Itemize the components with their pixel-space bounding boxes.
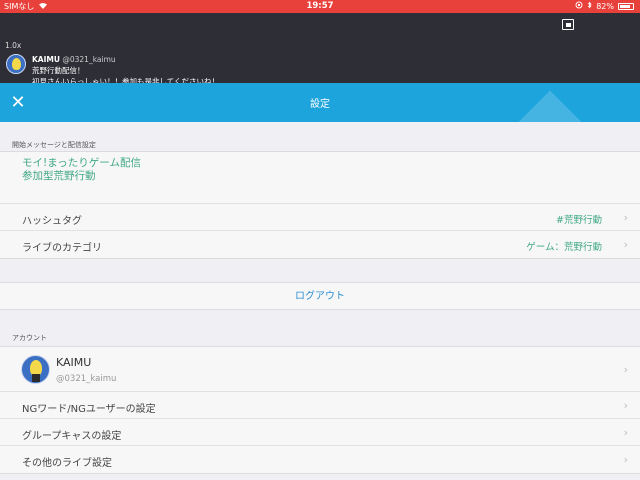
status-time: 19:57 [306,1,334,11]
battery-icon [618,2,634,10]
page-title: 設定 [310,99,330,110]
account-handle: @0321_kaimu [56,374,117,384]
start-message-text[interactable]: モイ!まったりゲーム配信 参加型荒野行動 [22,157,141,183]
status-bar: SIMなし 19:57 82% [0,0,640,13]
account-row[interactable]: KAIMU @0321_kaimu › [0,347,640,392]
stream-preview[interactable]: 1.0x KAIMU @0321_kaimu 荒野行動配信！ 初見さんいらっしゃ… [0,13,640,86]
account-name: KAIMU [56,356,92,369]
battery-percent: 82% [596,1,614,11]
ng-settings-label: NGワード/NGユーザーの設定 [22,404,156,415]
settings-navbar: ✕ 設定 [0,83,640,122]
chevron-right-icon: › [623,363,628,376]
lock-rotation-icon [575,1,583,11]
category-row[interactable]: ライブのカテゴリ ゲーム：荒野行動 › [0,231,640,258]
section-header-account: アカウント [12,334,47,342]
message-settings-group: モイ!まったりゲーム配信 参加型荒野行動 ハッシュタグ #荒野行動 › ライブの… [0,151,640,259]
category-label: ライブのカテゴリ [22,243,102,254]
group-cast-row[interactable]: グループキャスの設定 › [0,419,640,446]
chevron-right-icon: › [623,399,628,412]
hashtag-label: ハッシュタグ [22,216,82,227]
start-message[interactable]: モイ!まったりゲーム配信 参加型荒野行動 [0,152,640,204]
group-cast-label: グループキャスの設定 [22,431,122,442]
chevron-right-icon: › [623,453,628,466]
chevron-right-icon: › [623,238,628,251]
chevron-right-icon: › [623,426,628,439]
start-message-line-1: モイ!まったりゲーム配信 [22,157,141,169]
comment-line-1: 荒野行動配信！ [32,66,85,75]
other-live-settings-label: その他のライブ設定 [22,458,112,469]
logout-button[interactable]: ログアウト [0,282,640,310]
battery-fill [620,4,630,8]
chevron-right-icon: › [623,211,628,224]
bluetooth-icon [587,1,592,11]
avatar [21,355,50,384]
comment-user: KAIMU [32,55,60,64]
comment-avatar [6,54,26,74]
playback-speed[interactable]: 1.0x [5,41,21,50]
picture-in-picture-icon[interactable] [562,19,574,30]
account-group: KAIMU @0321_kaimu › NGワード/NGユーザーの設定 › グル… [0,346,640,474]
logout-label: ログアウト [295,291,345,302]
status-right: 82% [575,1,634,11]
ng-settings-row[interactable]: NGワード/NGユーザーの設定 › [0,392,640,419]
other-live-settings-row[interactable]: その他のライブ設定 › [0,446,640,473]
category-value: ゲーム：荒野行動 [526,242,602,253]
section-header-message: 開始メッセージと配信設定 [12,141,96,149]
hashtag-value: #荒野行動 [556,215,602,226]
hashtag-row[interactable]: ハッシュタグ #荒野行動 › [0,204,640,231]
comment-handle: @0321_kaimu [62,55,116,64]
start-message-line-2: 参加型荒野行動 [22,170,96,182]
